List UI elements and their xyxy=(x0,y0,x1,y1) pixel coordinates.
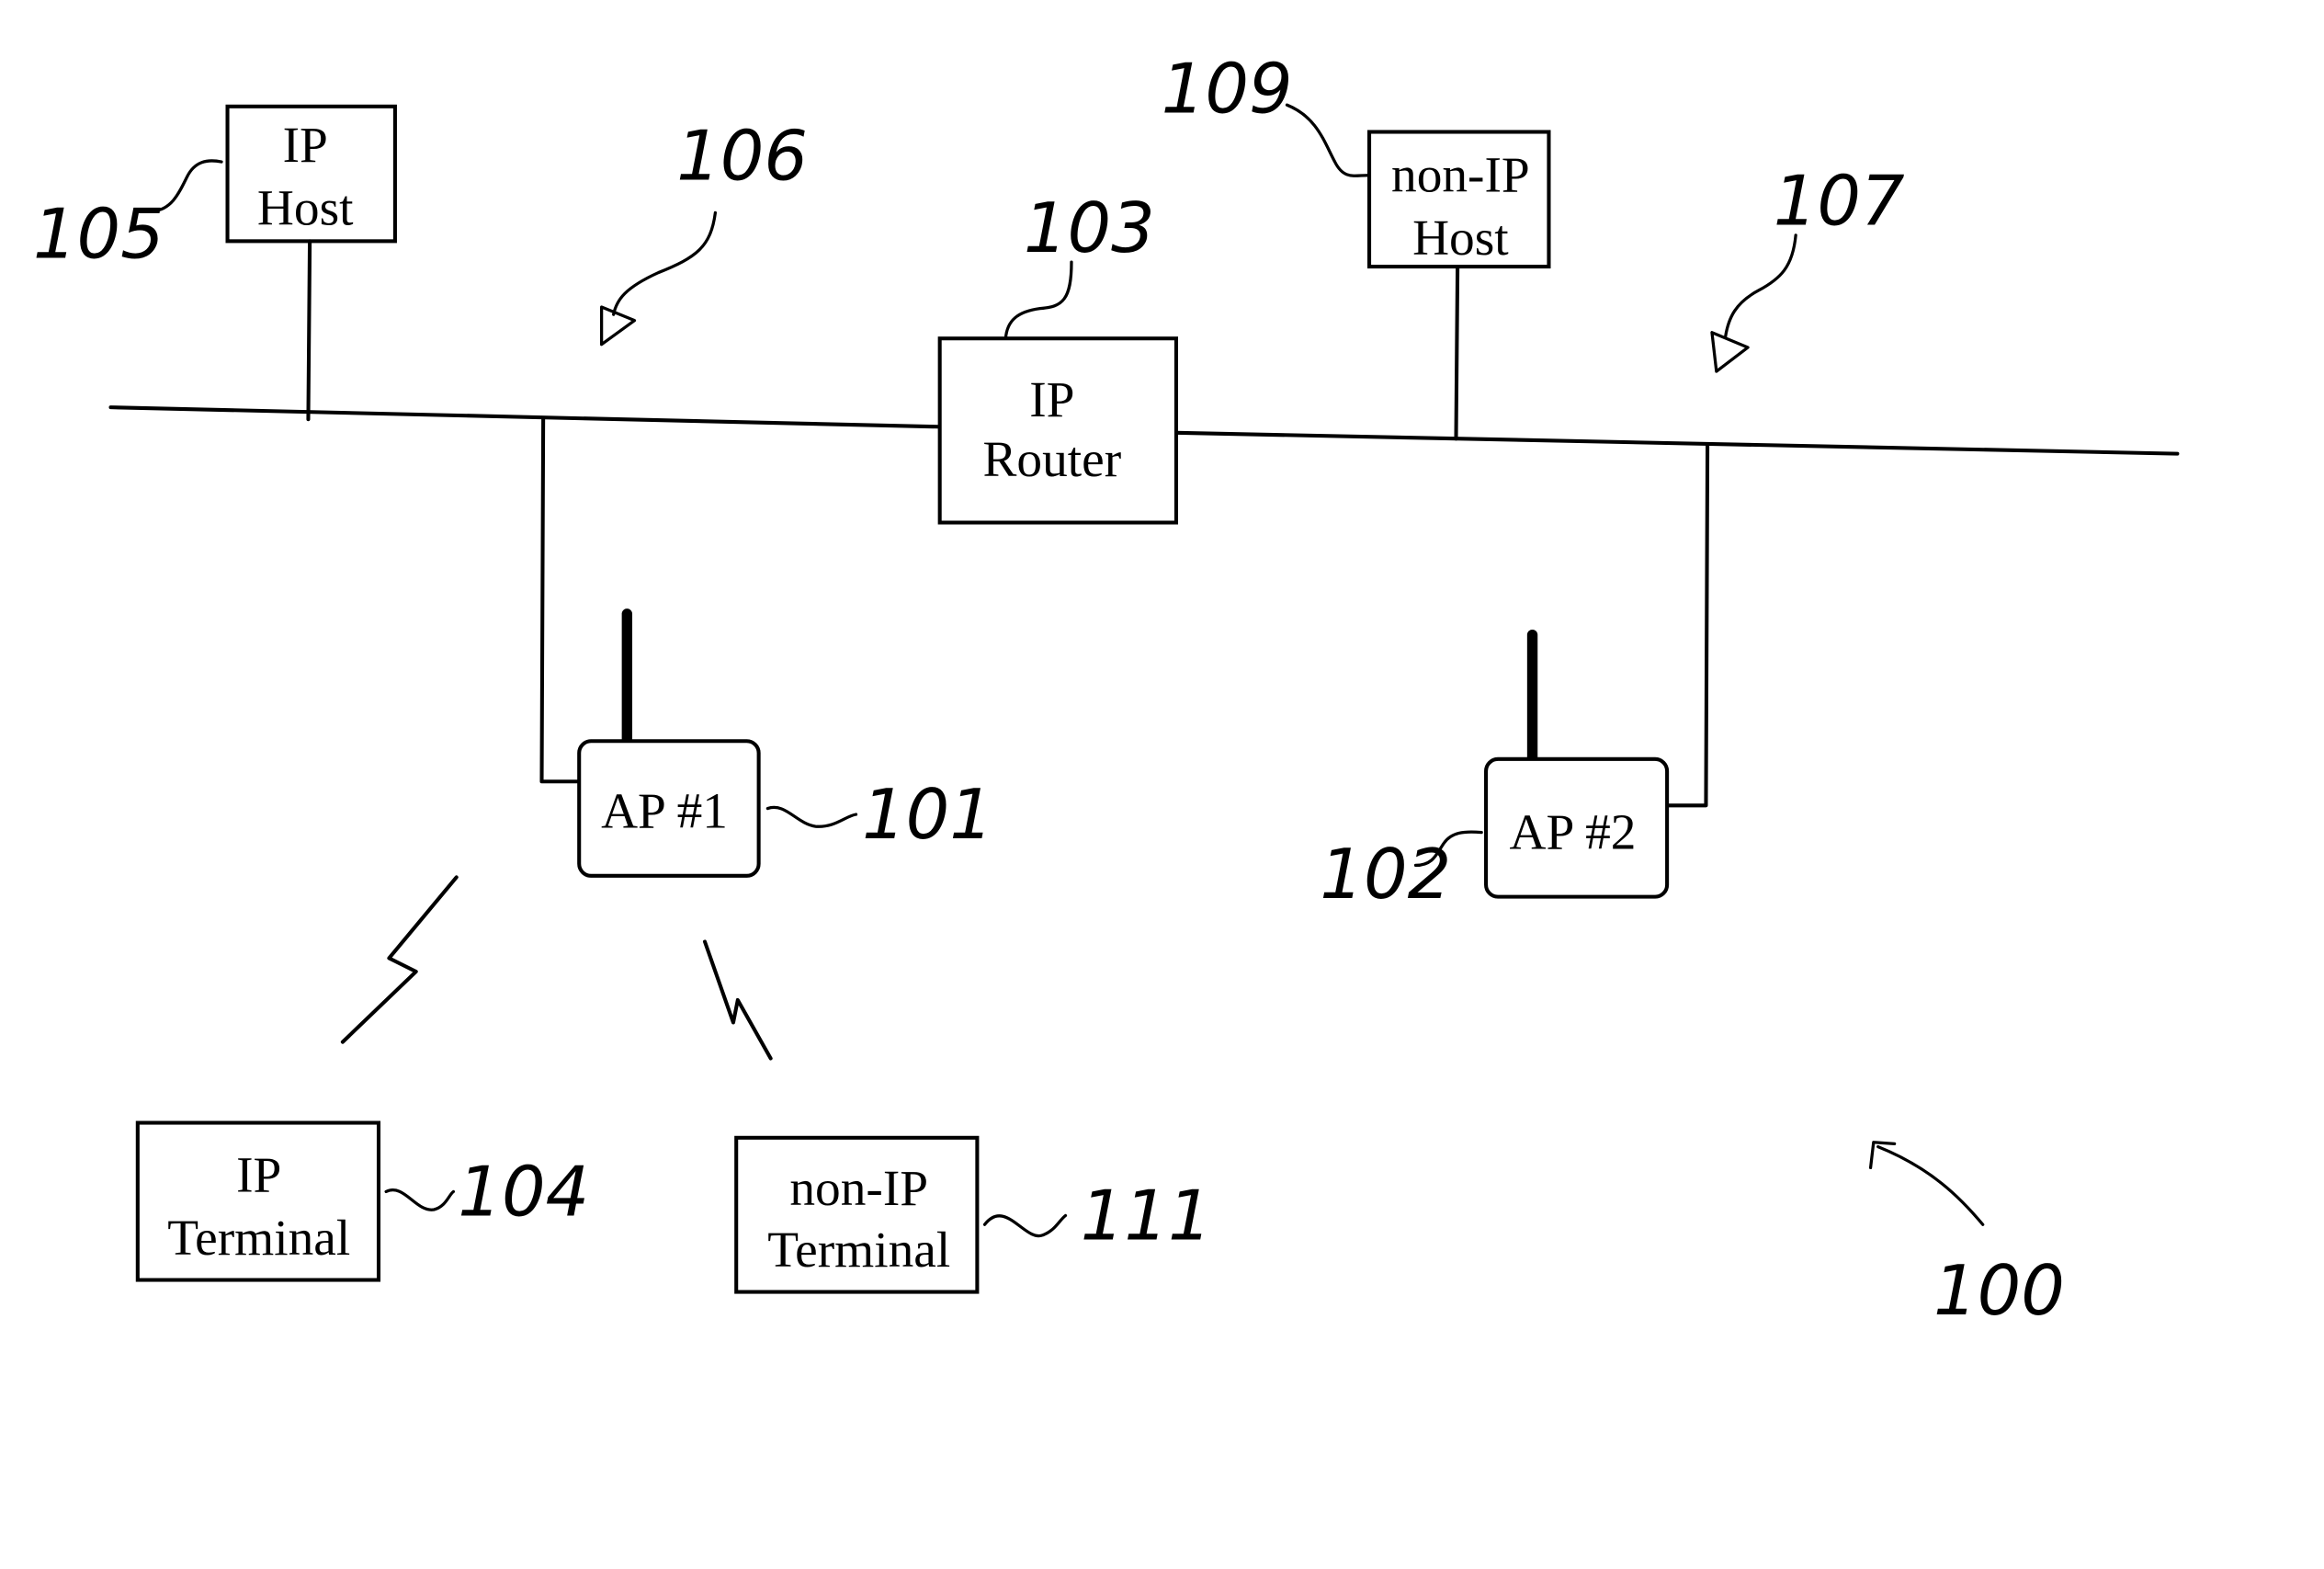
ip-terminal-node: IP Terminal xyxy=(135,1120,381,1282)
ref-label-100: 100 xyxy=(1933,1250,2065,1331)
ip-host-label-line2: Host xyxy=(257,179,354,235)
ref-leader-103 xyxy=(1003,260,1073,340)
ref-label-111: 111 xyxy=(1081,1176,1212,1256)
arrowhead-icon xyxy=(1868,1141,1897,1170)
ref-label-104: 104 xyxy=(458,1151,589,1232)
network-diagram: IP Host 105 106 IP Router 103 non-IP Hos… xyxy=(33,48,2180,1331)
ref-label-103: 103 xyxy=(1024,188,1155,268)
non-ip-host-label-line1: non-IP xyxy=(1391,147,1530,203)
non-ip-terminal-label-line2: Terminal xyxy=(767,1222,950,1278)
wireless-link-icon xyxy=(340,875,459,1044)
non-ip-host-label-line2: Host xyxy=(1412,210,1509,266)
arrowhead-icon xyxy=(600,305,637,347)
non-ip-terminal-node: non-IP Terminal xyxy=(734,1135,980,1294)
ip-terminal-label-line2: Terminal xyxy=(167,1210,350,1266)
network-segment-107 xyxy=(1173,430,2180,456)
ref-label-109: 109 xyxy=(1162,48,1293,129)
ap1-node: AP #1 xyxy=(539,417,761,878)
non-ip-host-node: non-IP Host xyxy=(1367,130,1551,441)
ap1-label: AP #1 xyxy=(601,783,728,839)
ip-host-node: IP Host xyxy=(225,104,397,422)
ref-label-107: 107 xyxy=(1774,160,1905,241)
ip-router-label-line2: Router xyxy=(982,431,1121,487)
arrowhead-icon xyxy=(1710,331,1750,373)
ap2-node: AP #2 xyxy=(1484,444,1710,899)
network-segment-106 xyxy=(108,405,942,429)
wireless-link-icon xyxy=(702,939,773,1061)
ref-leader-104 xyxy=(384,1188,456,1211)
ref-leader-111 xyxy=(982,1213,1068,1238)
ref-arrow-106 xyxy=(612,210,718,316)
ref-leader-101 xyxy=(765,805,858,828)
ref-arrow-100 xyxy=(1876,1144,1985,1226)
ip-router-label-line1: IP xyxy=(1029,371,1074,427)
ip-host-label-line1: IP xyxy=(283,117,328,173)
ref-label-105: 105 xyxy=(33,193,164,274)
ref-leader-109 xyxy=(1285,103,1370,177)
ap2-label: AP #2 xyxy=(1510,804,1637,860)
ip-terminal-label-line1: IP xyxy=(236,1146,281,1202)
non-ip-terminal-label-line1: non-IP xyxy=(789,1160,928,1216)
ref-label-106: 106 xyxy=(676,116,808,197)
ref-label-102: 102 xyxy=(1320,834,1451,915)
ip-router-node: IP Router xyxy=(937,336,1179,525)
ref-arrow-107 xyxy=(1723,233,1797,339)
ref-label-101: 101 xyxy=(862,774,993,855)
